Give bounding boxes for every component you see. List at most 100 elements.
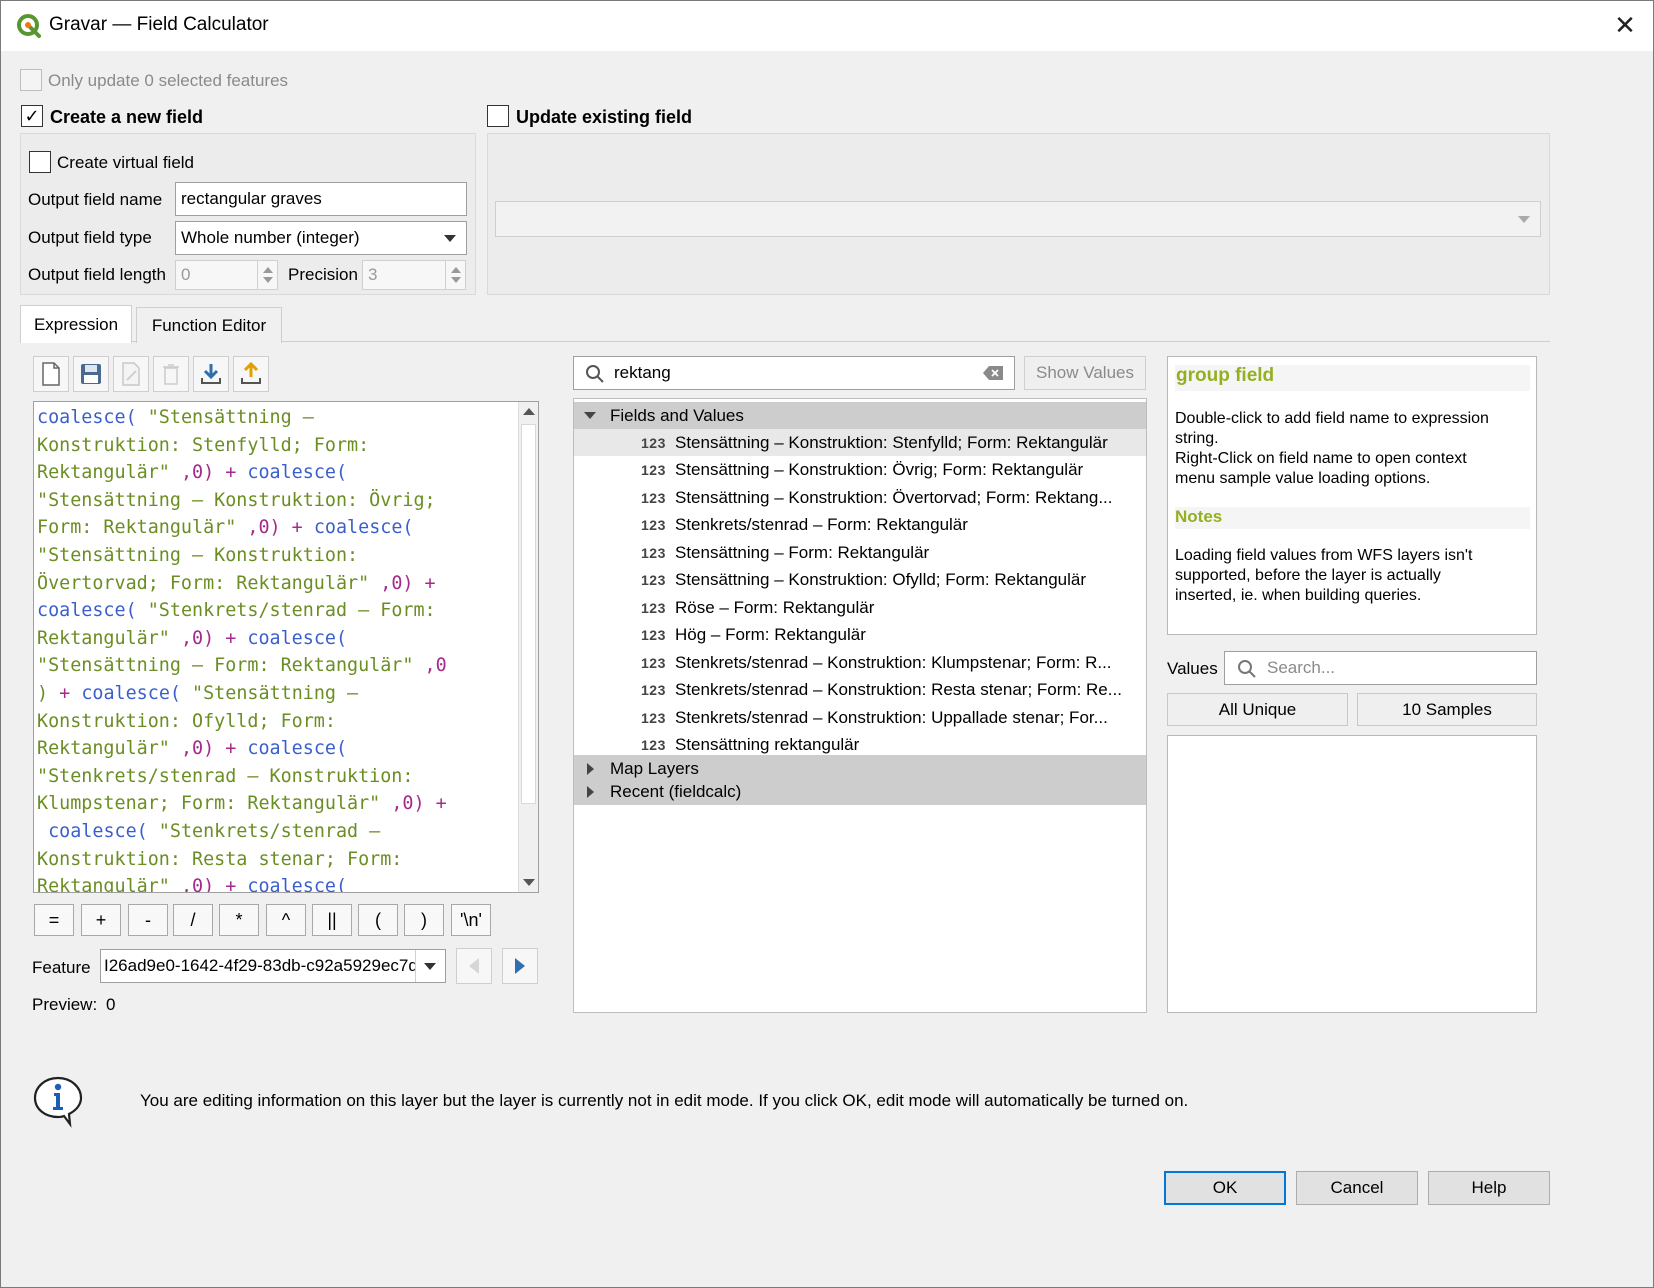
field-item[interactable]: 123 Stensättning – Konstruktion: Övertorv… [574,484,1146,511]
integer-type-icon: 123 [641,737,666,753]
field-item[interactable]: 123 Stensättning – Konstruktion: Ofylld; … [574,567,1146,594]
field-item[interactable]: 123 Stensättning – Form: Rektangulär [574,539,1146,566]
operator-divide-button[interactable]: / [173,904,213,936]
spin-arrows-icon[interactable] [445,261,465,289]
close-icon[interactable]: ✕ [1611,11,1639,39]
expression-line: Konstruktion: Resta stenar; Form: [37,848,403,870]
field-item[interactable]: 123 Stensättning – Konstruktion: Övrig; F… [574,457,1146,484]
collapse-arrow-icon[interactable] [587,786,594,798]
import-expressions-button[interactable] [193,356,229,392]
operator-equals-button[interactable]: = [34,904,74,936]
precision-value: 3 [368,265,378,284]
field-item-label: Stenkrets/stenrad – Konstruktion: Uppall… [675,707,1108,727]
expression-line: Klumpstenar; Form: Rektangulär" ,0) + [37,793,447,815]
new-expression-button[interactable] [33,356,69,392]
values-list[interactable] [1167,735,1537,1013]
operator-plus-button[interactable]: + [81,904,121,936]
feature-select[interactable]: I26ad9e0-1642-4f29-83db-c92a5929ec7d [100,949,446,983]
help-title: group field [1175,365,1530,391]
output-field-name-input[interactable]: rectangular graves [175,182,467,216]
scroll-up-icon[interactable] [523,408,535,415]
field-item[interactable]: 123 Hög – Form: Rektangulär [574,622,1146,649]
expression-line: Rektangulär" ,0) + coalesce( [37,627,348,649]
save-expression-button[interactable] [73,356,109,392]
tab-function-editor[interactable]: Function Editor [136,307,282,343]
expression-line: Konstruktion: Stenfylld; Form: [37,434,370,456]
editor-scrollbar[interactable] [518,402,538,892]
field-item-label: Stensättning – Form: Rektangulär [675,542,930,562]
expand-arrow-icon[interactable] [584,412,596,419]
help-button[interactable]: Help [1428,1171,1550,1205]
edit-expression-button[interactable] [113,356,149,392]
expression-line: coalesce( "Stensättning – [37,407,314,428]
export-expressions-button[interactable] [233,356,269,392]
only-update-checkbox[interactable] [20,69,42,91]
function-search-input[interactable]: rektang [573,356,1015,390]
spin-arrows-icon[interactable] [257,261,277,289]
ok-button[interactable]: OK [1164,1171,1286,1205]
expression-code[interactable]: coalesce( "Stensättning – Konstruktion: S… [37,404,517,892]
tab-expression-label: Expression [33,314,119,334]
field-item[interactable]: 123 Stenkrets/stenrad – Konstruktion: Klu… [574,649,1146,676]
ten-samples-button[interactable]: 10 Samples [1357,693,1537,726]
new-file-icon [42,362,60,386]
export-icon [241,362,261,384]
scroll-thumb[interactable] [521,424,536,804]
output-field-length-value: 0 [181,265,191,284]
collapse-arrow-icon[interactable] [587,763,594,775]
integer-type-icon: 123 [641,572,666,588]
tab-expression[interactable]: Expression [20,305,132,343]
output-field-type-label: Output field type [28,228,152,247]
search-icon [586,365,604,383]
create-virtual-field-checkbox[interactable] [29,151,51,173]
integer-type-icon: 123 [641,709,666,726]
chevron-down-icon [444,235,456,242]
integer-type-icon: 123 [641,489,666,506]
expression-line: Övertorvad; Form: Rektangulär" ,0) + [37,572,436,594]
next-feature-button[interactable] [502,948,538,984]
output-field-length-label: Output field length [28,265,166,284]
expression-editor[interactable]: coalesce( "Stensättning – Konstruktion: S… [33,401,539,893]
feature-dropdown-button[interactable] [415,950,445,982]
function-tree[interactable]: Fields and Values 123 Stensättning – Kons… [573,398,1147,1013]
group-recent[interactable]: Recent (fieldcalc) [574,778,1146,805]
field-item[interactable]: 123 Stenkrets/stenrad – Konstruktion: Res… [574,677,1146,704]
field-item[interactable]: 123 Stenkrets/stenrad – Form: Rektangulär [574,512,1146,539]
field-item[interactable]: 123 Stenkrets/stenrad – Konstruktion: Upp… [574,704,1146,731]
cancel-button[interactable]: Cancel [1296,1171,1418,1205]
clear-text-icon[interactable] [982,365,1004,381]
notes-body: Loading field values from WFS layers isn… [1175,546,1472,606]
help-line: menu sample value loading options. [1175,470,1431,487]
expression-line: Konstruktion: Ofylld; Form: [37,710,336,732]
group-fields-and-values[interactable]: Fields and Values [574,402,1146,429]
scroll-down-icon[interactable] [523,879,535,886]
operator-close-paren-button[interactable]: ) [404,904,444,936]
all-unique-button[interactable]: All Unique [1167,693,1348,726]
help-line: string. [1175,430,1219,447]
output-field-type-select[interactable]: Whole number (integer) [175,221,467,255]
chevron-down-icon [1518,216,1530,223]
update-existing-field-checkbox[interactable] [487,105,509,127]
notes-line: supported, before the layer is actually [1175,567,1441,584]
create-new-field-label: Create a new field [50,107,204,127]
operator-minus-button[interactable]: - [128,904,168,936]
field-item-label: Stensättning – Konstruktion: Övrig; Form… [675,460,1084,479]
precision-spinbox[interactable]: 3 [362,260,466,290]
field-item[interactable]: 123 Stensättning – Konstruktion: Stenfyll… [574,429,1146,456]
expression-line: coalesce( "Stenkrets/stenrad – [48,820,381,842]
tab-function-editor-label: Function Editor [151,315,267,335]
operator-newline-button[interactable]: '\n' [451,904,491,936]
output-field-length-spinbox[interactable]: 0 [175,260,278,290]
search-icon [1238,660,1256,678]
values-search-input[interactable]: Search... [1224,651,1537,685]
create-new-field-checkbox[interactable]: ✓ [21,105,43,127]
delete-expression-button[interactable] [153,356,189,392]
previous-feature-button[interactable] [456,948,492,984]
show-values-button[interactable]: Show Values [1024,356,1146,390]
field-item[interactable]: 123 Röse – Form: Rektangulär [574,594,1146,621]
operator-open-paren-button[interactable]: ( [358,904,398,936]
operator-concat-button[interactable]: || [312,904,352,936]
existing-field-select[interactable] [495,201,1541,237]
operator-power-button[interactable]: ^ [266,904,306,936]
operator-multiply-button[interactable]: * [219,904,259,936]
